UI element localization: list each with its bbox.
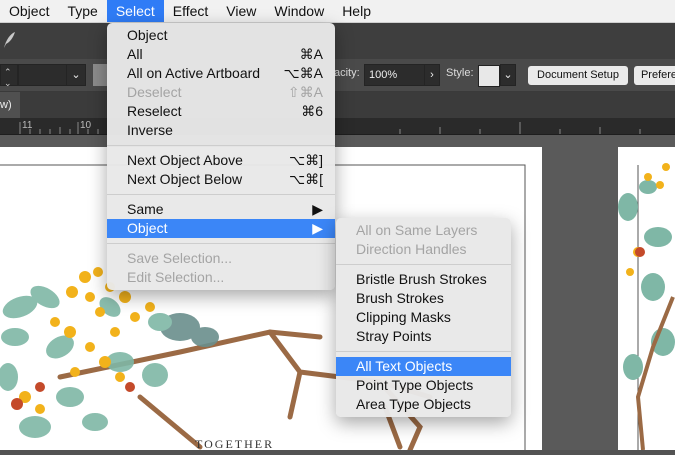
menu-object[interactable]: Object <box>0 0 58 22</box>
menu-view[interactable]: View <box>217 0 265 22</box>
style-swatch[interactable] <box>478 65 500 87</box>
document-tab[interactable]: w) <box>0 92 20 118</box>
chevron-right-icon: › <box>430 69 434 81</box>
app-toolbar <box>0 23 675 59</box>
menu-window[interactable]: Window <box>265 0 333 22</box>
opacity-value: 100% <box>369 69 398 81</box>
select-menu-item-edit-selection: Edit Selection... <box>127 269 225 285</box>
stepper-arrows-icon: ⌃ ⌄ <box>4 67 12 88</box>
select-menu-item-same[interactable]: Same ▶ <box>107 200 335 219</box>
opacity-dropdown[interactable]: › <box>424 64 440 86</box>
select-menu-item-deselect: Deselect ⇧⌘A <box>127 84 323 100</box>
select-menu-item-reselect[interactable]: Reselect ⌘6 <box>107 102 335 121</box>
select-menu-item-object-submenu[interactable]: Object ▶ <box>107 219 335 238</box>
menu-separator <box>107 145 335 146</box>
menu-effect[interactable]: Effect <box>164 0 218 22</box>
menu-separator <box>107 243 335 244</box>
menu-select[interactable]: Select <box>106 0 164 22</box>
submenu-item-clipping-masks[interactable]: Clipping Masks <box>336 308 511 327</box>
submenu-arrow-icon: ▶ <box>312 220 323 236</box>
variable-width-swatch[interactable] <box>93 64 107 86</box>
select-menu: Object All ⌘A All on Active Artboard ⌥⌘A D… <box>107 23 335 290</box>
ruler-ticks <box>19 122 641 134</box>
opacity-field[interactable]: 100% <box>364 64 428 86</box>
style-dropdown[interactable]: ⌄ <box>500 64 516 86</box>
chevron-down-icon: ⌄ <box>71 69 81 81</box>
select-menu-item-all[interactable]: All ⌘A <box>107 45 335 64</box>
object-submenu: All on Same Layers Direction Handles Bri… <box>336 218 511 417</box>
menu-bar: Object Type Select Effect View Window He… <box>0 0 675 23</box>
preferences-button[interactable]: Prefere <box>634 66 675 85</box>
stroke-weight-dropdown[interactable]: ⌄ <box>66 64 86 86</box>
style-label: Style: <box>446 67 474 79</box>
document-tab-label: w) <box>0 99 12 111</box>
select-menu-item-next-above[interactable]: Next Object Above ⌥⌘] <box>107 151 335 170</box>
submenu-item-bristle-brush[interactable]: Bristle Brush Strokes <box>336 270 511 289</box>
artboard-text: TOGETHER <box>195 437 274 450</box>
horizontal-ruler: 11 10 <box>0 118 675 135</box>
submenu-item-direction-handles: Direction Handles <box>356 241 467 257</box>
submenu-arrow-icon: ▶ <box>312 201 323 217</box>
select-menu-item-save-selection: Save Selection... <box>127 250 233 266</box>
artboard-secondary[interactable] <box>618 147 675 451</box>
select-menu-item-inverse[interactable]: Inverse <box>107 121 335 140</box>
menu-help[interactable]: Help <box>333 0 380 22</box>
stroke-weight-field[interactable] <box>18 64 68 86</box>
menu-separator <box>336 264 511 265</box>
submenu-item-all-text[interactable]: All Text Objects <box>336 357 511 376</box>
select-menu-item-all-on-artboard[interactable]: All on Active Artboard ⌥⌘A <box>107 64 335 83</box>
select-menu-item-object[interactable]: Object <box>107 26 335 45</box>
document-tab-bar: w) <box>0 92 675 118</box>
document-setup-button[interactable]: Document Setup <box>528 66 628 85</box>
menu-separator <box>107 194 335 195</box>
submenu-item-same-layers: All on Same Layers <box>356 222 478 238</box>
feather-logo-icon <box>4 32 15 48</box>
wreath-artwork-right <box>618 163 675 451</box>
submenu-item-area-type[interactable]: Area Type Objects <box>336 395 511 414</box>
opacity-label: acity: <box>334 67 360 79</box>
submenu-item-stray-points[interactable]: Stray Points <box>336 327 511 346</box>
chevron-down-icon: ⌄ <box>503 69 513 81</box>
menu-type[interactable]: Type <box>58 0 106 22</box>
menu-separator <box>336 351 511 352</box>
stroke-stepper[interactable]: ⌃ ⌄ <box>0 64 18 88</box>
submenu-item-brush-strokes[interactable]: Brush Strokes <box>336 289 511 308</box>
submenu-item-point-type[interactable]: Point Type Objects <box>336 376 511 395</box>
select-menu-item-next-below[interactable]: Next Object Below ⌥⌘[ <box>107 170 335 189</box>
